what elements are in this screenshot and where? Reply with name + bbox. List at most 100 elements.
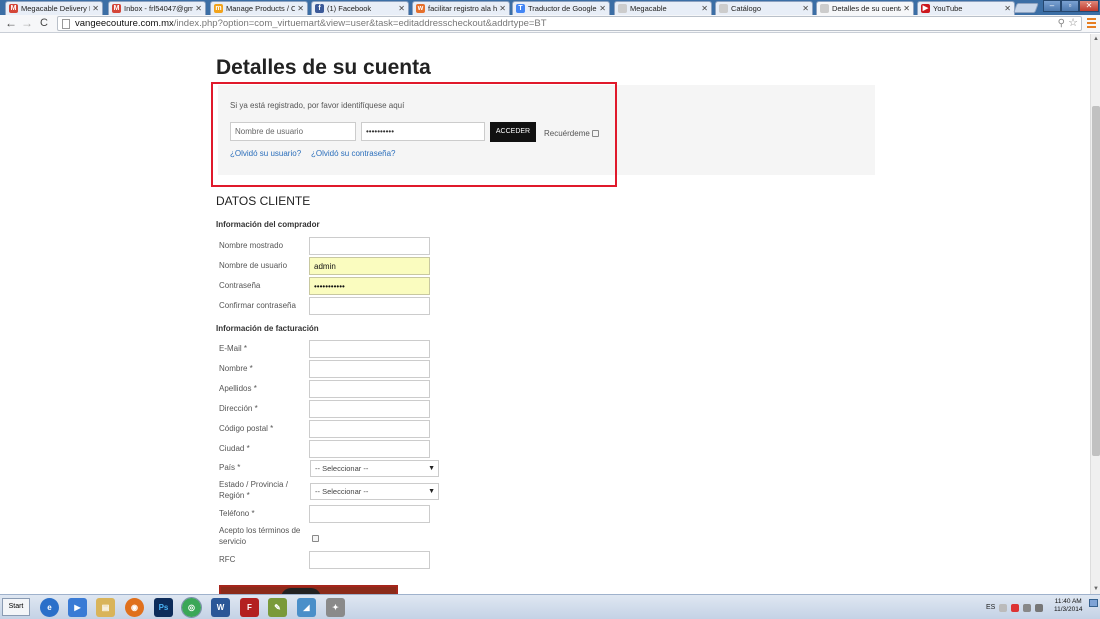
browser-tab[interactable]: MInbox - frl54047@gmail✕ [108, 1, 206, 15]
close-window-button[interactable]: ✕ [1079, 0, 1099, 12]
chrome-icon[interactable]: ◎ [181, 597, 202, 618]
forgot-password-link[interactable]: ¿Olvidó su contraseña? [311, 149, 396, 158]
browser-tab[interactable]: f (1) Facebook ✕ [311, 1, 409, 15]
photoshop-icon[interactable]: Ps [154, 598, 173, 617]
page-content: Detalles de su cuenta Si ya está registr… [0, 34, 1090, 594]
tab-title: facilitar registro ala ho [428, 4, 498, 13]
network-icon[interactable] [1023, 603, 1032, 612]
tray-arrow-icon[interactable] [999, 603, 1008, 612]
billing-field-input[interactable] [309, 360, 430, 378]
bookmark-star-icon[interactable]: ☆ [1068, 17, 1078, 30]
chevron-down-icon: ▼ [428, 488, 435, 495]
buyer-field-input[interactable]: ••••••••••• [309, 277, 430, 295]
billing-field-input[interactable] [309, 400, 430, 418]
clock-time: 11:40 AM [1054, 598, 1082, 605]
browser-tab[interactable]: T Traductor de Google ✕ [512, 1, 610, 15]
media-player-icon[interactable]: ▶ [68, 598, 87, 617]
forward-icon[interactable]: → [20, 16, 34, 31]
tab-close-icon[interactable]: ✕ [802, 4, 809, 13]
page-scrollbar[interactable]: ▲ ▼ [1090, 34, 1100, 594]
tab-favicon-icon [618, 4, 627, 13]
menu-icon[interactable] [1087, 18, 1096, 28]
scroll-up-icon[interactable]: ▲ [1091, 34, 1100, 44]
tab-title: Manage Products / Cat [226, 4, 296, 13]
billing-field-label: Ciudad * [219, 444, 250, 453]
billing-field-input[interactable] [309, 440, 430, 458]
clock[interactable]: 11:40 AM 11/3/2014 [1054, 598, 1082, 614]
back-icon[interactable]: ← [4, 16, 18, 31]
volume-icon[interactable] [1035, 603, 1044, 612]
start-label: Start [8, 603, 24, 610]
browser-tab[interactable]: Catálogo ✕ [715, 1, 813, 15]
remember-me[interactable]: Recuérdeme [544, 129, 599, 138]
maximize-button[interactable]: ▫ [1061, 0, 1079, 12]
url-host: vangeecouture.com.mx [75, 18, 174, 29]
tab-close-icon[interactable]: ✕ [1004, 4, 1011, 13]
tab-favicon-icon: w [416, 4, 425, 13]
terms-checkbox[interactable] [312, 535, 319, 542]
rfc-label: RFC [219, 555, 236, 564]
billing-field-input[interactable] [309, 340, 430, 358]
tab-close-icon[interactable]: ✕ [195, 4, 202, 13]
edit-icon[interactable]: ◢ [297, 598, 316, 617]
minimize-button[interactable]: – [1043, 0, 1061, 12]
tab-close-icon[interactable]: ✕ [499, 4, 506, 13]
language-indicator[interactable]: ES [986, 604, 995, 611]
tab-title: Inbox - frl54047@gmail [124, 4, 193, 13]
browser-tab[interactable]: Detalles de su cuenta ✕ [816, 1, 914, 15]
reload-icon[interactable]: C [37, 16, 51, 31]
login-button[interactable]: ACCEDER [490, 122, 536, 142]
tab-close-icon[interactable]: ✕ [599, 4, 606, 13]
tab-title: Traductor de Google [528, 4, 597, 13]
page-icon [62, 18, 70, 29]
tab-close-icon[interactable]: ✕ [297, 4, 304, 13]
billing-field-input[interactable] [309, 420, 430, 438]
tab-close-icon[interactable]: ✕ [92, 4, 99, 13]
browser-tab[interactable]: M Megacable Delivery Lo ✕ [5, 1, 103, 15]
tab-favicon-icon: T [516, 4, 525, 13]
tab-close-icon[interactable]: ✕ [701, 4, 708, 13]
tab-favicon-icon: f [315, 4, 324, 13]
tab-favicon-icon: M [9, 4, 18, 13]
address-bar[interactable]: vangeecouture.com.mx /index.php?option=c… [57, 16, 1082, 31]
browser-tab[interactable]: Megacable ✕ [614, 1, 712, 15]
tab-close-icon[interactable]: ✕ [903, 4, 910, 13]
page-title: Detalles de su cuenta [216, 56, 431, 79]
filezilla-icon[interactable]: F [240, 598, 259, 617]
state-select[interactable]: -- Seleccionar -- ▼ [310, 483, 439, 500]
key-icon[interactable]: ⚲ [1058, 17, 1065, 30]
browser-tab[interactable]: w facilitar registro ala ho ✕ [412, 1, 510, 15]
browser-tab[interactable]: ▶ YouTube ✕ [917, 1, 1015, 15]
phone-input[interactable] [309, 505, 430, 523]
url-path: /index.php?option=com_virtuemart&view=us… [173, 18, 547, 29]
antivirus-icon[interactable] [1011, 603, 1020, 612]
scroll-thumb[interactable] [1092, 106, 1100, 456]
internet-explorer-icon[interactable]: e [40, 598, 59, 617]
country-label: País * [219, 463, 241, 472]
login-password-input[interactable]: •••••••••• [361, 122, 485, 141]
show-desktop-button[interactable] [1089, 599, 1098, 607]
tab-favicon-icon [820, 4, 829, 13]
firefox-icon[interactable]: ◉ [125, 598, 144, 617]
buyer-field-input[interactable] [309, 297, 430, 315]
tab-close-icon[interactable]: ✕ [398, 4, 405, 13]
login-username-input[interactable]: Nombre de usuario [230, 122, 356, 141]
scroll-down-icon[interactable]: ▼ [1091, 584, 1100, 594]
remember-label: Recuérdeme [544, 129, 590, 138]
start-button[interactable]: Start [2, 598, 30, 616]
browser-tab[interactable]: m Manage Products / Cat ✕ [210, 1, 308, 15]
remember-checkbox[interactable] [591, 130, 599, 137]
forgot-username-link[interactable]: ¿Olvidó su usuario? [230, 149, 301, 158]
terms-label-line1: Acepto los términos de [219, 526, 301, 535]
buyer-field-input[interactable]: admin [309, 257, 430, 275]
tools-icon[interactable]: ✦ [326, 598, 345, 617]
country-select[interactable]: -- Seleccionar -- ▼ [310, 460, 439, 477]
file-explorer-icon[interactable]: ▤ [96, 598, 115, 617]
word-icon[interactable]: W [211, 598, 230, 617]
buyer-field-input[interactable] [309, 237, 430, 255]
new-tab-button[interactable] [1013, 3, 1039, 13]
notepad-icon[interactable]: ✎ [268, 598, 287, 617]
chevron-down-icon: ▼ [428, 465, 435, 472]
rfc-input[interactable] [309, 551, 430, 569]
billing-field-input[interactable] [309, 380, 430, 398]
